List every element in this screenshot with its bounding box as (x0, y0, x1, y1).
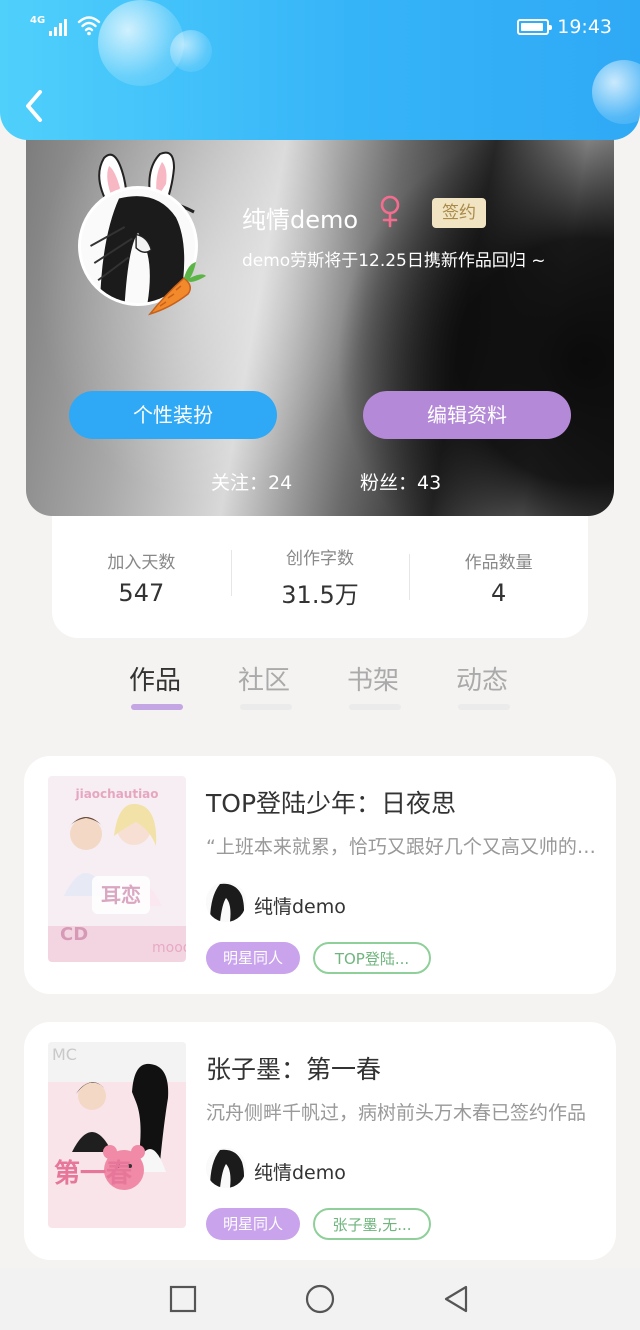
keyword-tag[interactable]: 张子墨,无... (313, 1208, 431, 1240)
nickname: 纯情demo (242, 206, 359, 234)
square-icon[interactable] (168, 1284, 198, 1314)
author-name: 纯情demo (254, 896, 346, 918)
circle-icon[interactable] (305, 1284, 335, 1314)
svg-text:mood: mood (152, 940, 186, 956)
author-avatar (206, 882, 246, 922)
stat-label: 加入天数 (107, 552, 176, 573)
tab-indicator (458, 704, 510, 710)
tab-indicator-active (131, 704, 183, 710)
profile-card: 纯情demo 签约 demo劳斯将于12.25日携新作品回归 ~ 个性装扮 编辑… (26, 128, 614, 516)
stat-label: 创作字数 (286, 549, 354, 569)
triangle-back-icon[interactable] (441, 1284, 471, 1314)
author-name: 纯情demo (254, 1162, 346, 1184)
keyword-tag[interactable]: TOP登陆... (313, 942, 431, 974)
tab-indicator (349, 704, 401, 710)
author-avatar (206, 1148, 246, 1188)
work-card[interactable]: jiaochautiao 耳恋 mood CD TOP登陆少年：日夜思 “上班本… (24, 756, 616, 994)
work-title[interactable]: TOP登陆少年：日夜思 (206, 784, 456, 820)
carrot-icon (147, 262, 206, 316)
work-card[interactable]: MC 第一春 张子墨：第一春 沉舟侧畔千帆过，病树前头万木春已签约作品 纯情de… (24, 1022, 616, 1260)
cover-text: 第一春 (54, 1158, 132, 1189)
signed-badge: 签约 (432, 198, 486, 228)
status-right: 19:43 (517, 16, 612, 38)
stats-card: 加入天数 547 创作字数 31.5万 作品数量 4 (52, 516, 588, 638)
work-title[interactable]: 张子墨：第一春 (206, 1050, 381, 1086)
decorative-bubble (170, 30, 212, 72)
svg-text:耳恋: 耳恋 (101, 883, 141, 907)
work-cover-image: jiaochautiao 耳恋 mood CD (48, 776, 186, 962)
status-left: 4G (30, 14, 101, 36)
profile-bio: demo劳斯将于12.25日携新作品回归 ~ (242, 251, 546, 271)
stat-value: 4 (491, 578, 507, 607)
header-bar: 4G 19:43 (0, 0, 640, 140)
tab-indicator (240, 704, 292, 710)
edit-profile-button[interactable]: 编辑资料 (363, 391, 571, 439)
female-symbol-icon (380, 195, 400, 228)
stat-value: 31.5万 (281, 581, 359, 609)
tab-works[interactable]: 作品 (129, 660, 181, 697)
content-tabs: 作品 社区 书架 动态 (0, 650, 640, 716)
wifi-icon (77, 16, 101, 36)
stat-value: 547 (118, 578, 165, 607)
tab-community[interactable]: 社区 (238, 660, 290, 697)
category-tag[interactable]: 明星同人 (206, 1208, 300, 1240)
svg-text:CD: CD (60, 924, 88, 945)
clock: 19:43 (557, 16, 612, 38)
cover-text: jiaochautiao (74, 787, 158, 801)
stat-label: 作品数量 (464, 552, 533, 573)
network-type: 4G (30, 15, 46, 26)
signal-icon (49, 18, 68, 36)
tab-activity[interactable]: 动态 (456, 660, 508, 697)
system-navigation-bar (0, 1268, 640, 1330)
stat-works-count: 作品数量 4 (409, 548, 588, 607)
work-description: 沉舟侧畔千帆过，病树前头万木春已签约作品 (206, 1102, 587, 1124)
followers-count[interactable]: 粉丝：43 (360, 468, 441, 495)
back-arrow-icon[interactable] (18, 86, 54, 126)
tab-bookshelf[interactable]: 书架 (347, 660, 399, 697)
work-description: “上班本来就累，恰巧又跟好几个又高又帅的男人在一起 (206, 836, 596, 858)
decorative-bubble (592, 60, 640, 124)
category-tag[interactable]: 明星同人 (206, 942, 300, 974)
work-cover-image: MC 第一春 (48, 1042, 186, 1228)
battery-icon (517, 19, 553, 35)
stat-word-count: 创作字数 31.5万 (230, 544, 410, 610)
following-count[interactable]: 关注：24 (211, 468, 292, 495)
dress-up-button[interactable]: 个性装扮 (69, 391, 277, 439)
stat-join-days: 加入天数 547 (52, 548, 231, 607)
svg-text:MC: MC (52, 1045, 77, 1064)
avatar[interactable] (78, 148, 218, 318)
